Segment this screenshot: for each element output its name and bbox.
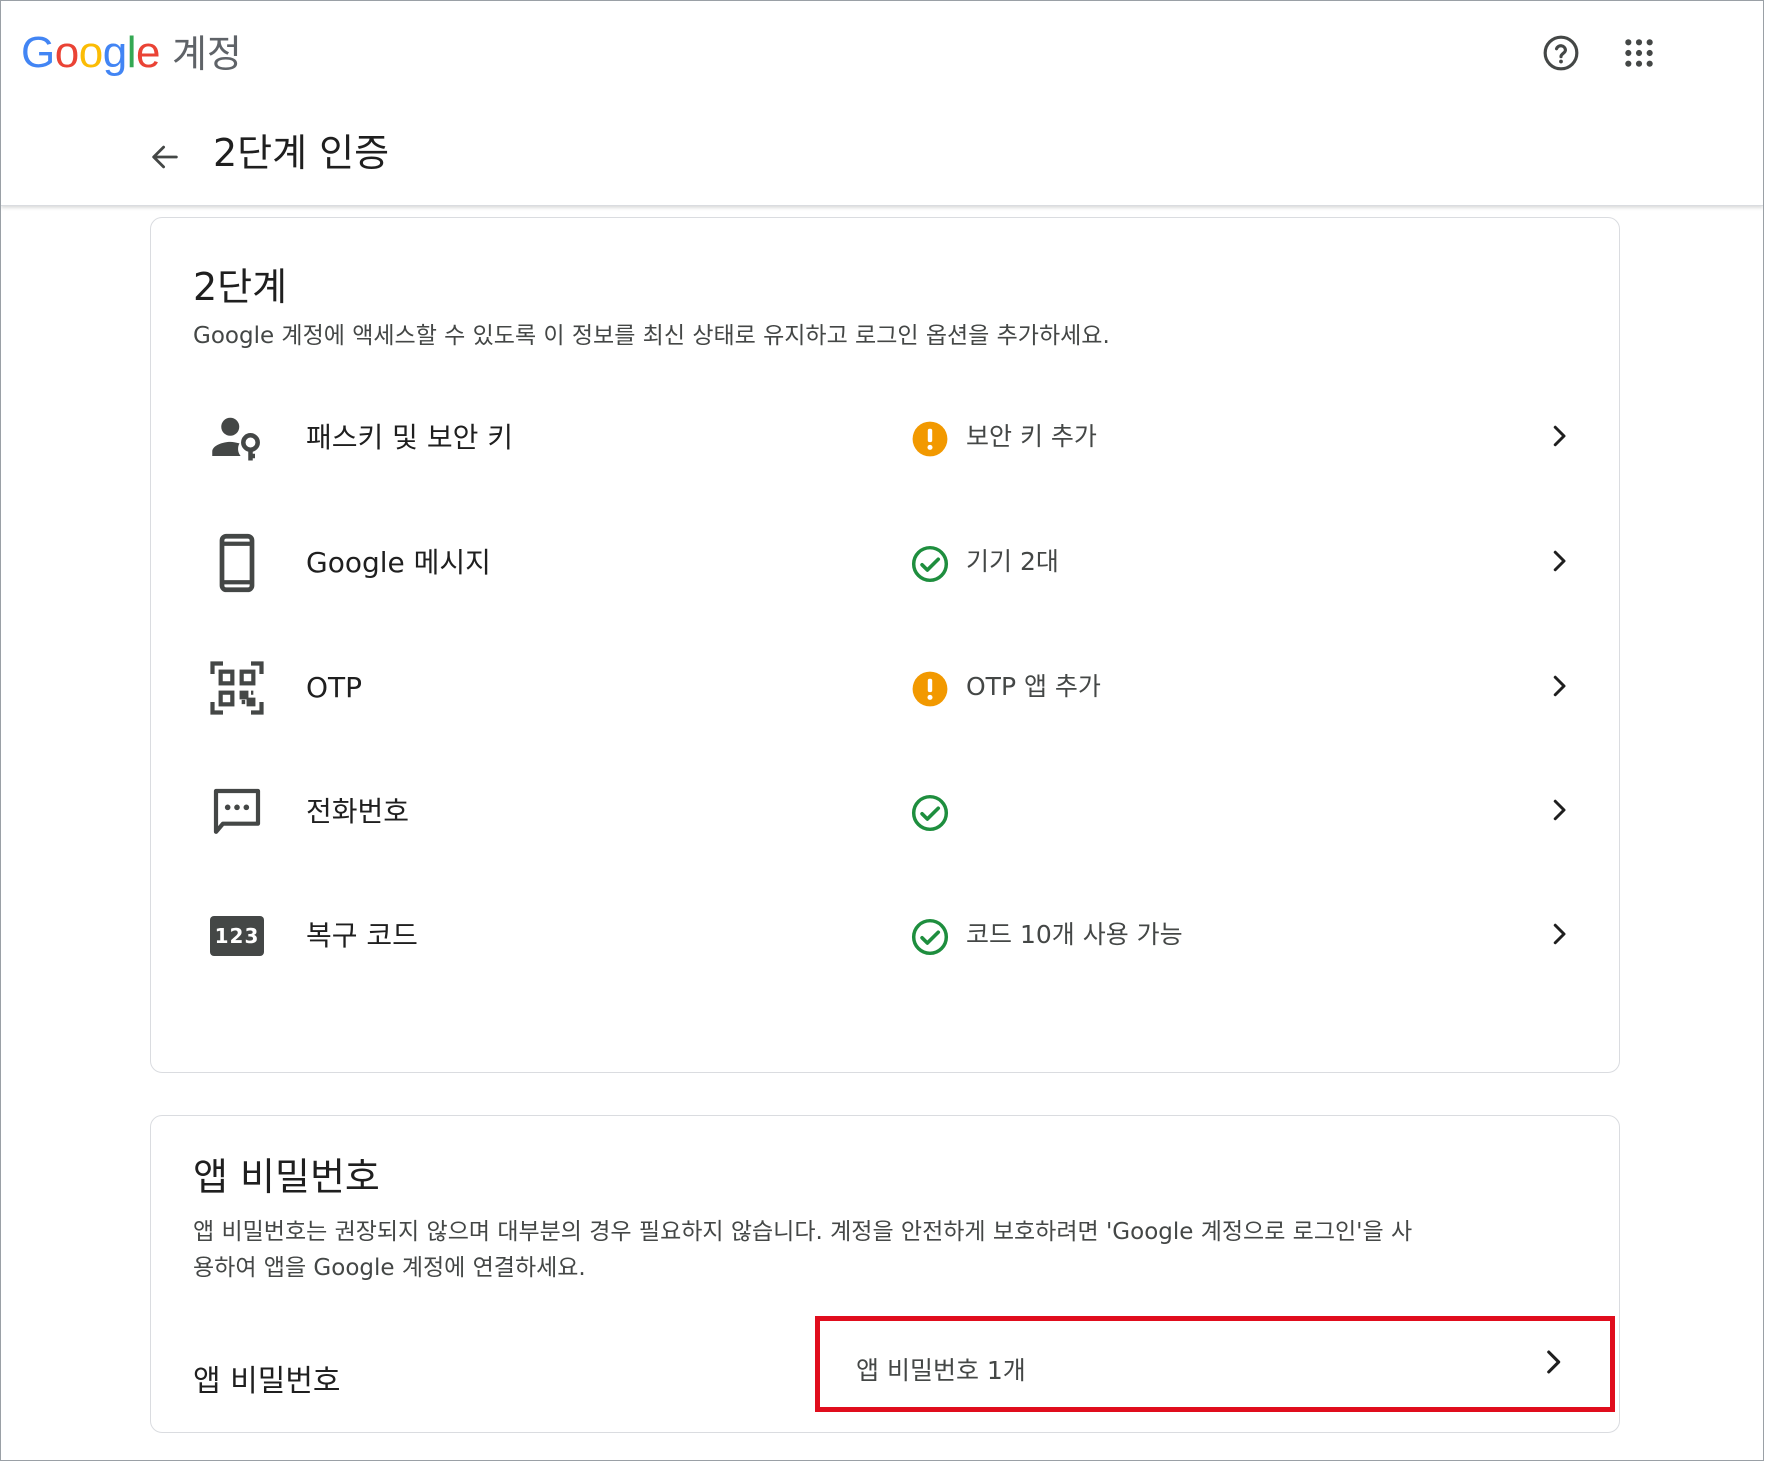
method-row-google-messages[interactable]: Google 메시지 기기 2대 <box>151 493 1619 633</box>
chevron-right-icon <box>1539 666 1579 706</box>
backup-code-badge: 123 <box>210 916 264 956</box>
warning-icon <box>912 421 948 457</box>
method-label: 복구 코드 <box>306 919 418 952</box>
app-passwords-count: 앱 비밀번호 1개 <box>856 1356 1026 1385</box>
app-passwords-card: 앱 비밀번호 앱 비밀번호는 권장되지 않으며 대부분의 경우 필요하지 않습니… <box>150 1115 1620 1433</box>
chevron-right-icon <box>1539 416 1579 456</box>
app-frame: Google 계정 2단계 인증 2단계 Google 계정에 액세스할 수 있… <box>0 0 1764 1461</box>
method-status: 보안 키 추가 <box>966 422 1097 451</box>
chevron-right-icon <box>1536 1345 1570 1383</box>
chevron-right-icon <box>1539 914 1579 954</box>
phone-icon <box>207 533 267 593</box>
method-row-otp[interactable]: OTP OTP 앱 추가 <box>151 618 1619 758</box>
method-label: Google 메시지 <box>306 546 491 579</box>
two-step-title: 2단계 <box>193 265 288 309</box>
check-circle-icon <box>911 918 949 956</box>
app-passwords-title: 앱 비밀번호 <box>193 1155 380 1199</box>
chevron-right-icon <box>1539 790 1579 830</box>
warning-icon <box>912 671 948 707</box>
app-passwords-row-label: 앱 비밀번호 <box>193 1364 341 1399</box>
arrow-left-icon <box>152 145 178 169</box>
method-status: OTP 앱 추가 <box>966 672 1101 701</box>
sms-chat-icon <box>207 782 267 842</box>
method-label: 패스키 및 보안 키 <box>306 421 514 454</box>
method-status: 코드 10개 사용 가능 <box>966 920 1183 949</box>
method-label: OTP <box>306 671 363 704</box>
back-button[interactable] <box>141 133 189 181</box>
check-circle-icon <box>911 545 949 583</box>
page-title: 2단계 인증 <box>213 131 390 175</box>
apps-grid-icon[interactable] <box>1617 31 1661 75</box>
method-row-passkey[interactable]: 패스키 및 보안 키 보안 키 추가 <box>151 368 1619 508</box>
main-content: 2단계 Google 계정에 액세스할 수 있도록 이 정보를 최신 상태로 유… <box>1 205 1763 1460</box>
backup-code-123-icon: 123 <box>207 906 267 966</box>
method-status: 기기 2대 <box>966 547 1059 576</box>
google-account-logo[interactable]: Google 계정 <box>21 23 242 79</box>
top-header: Google 계정 2단계 인증 <box>1 1 1763 206</box>
passkey-person-key-icon <box>207 408 267 468</box>
app-passwords-description-line1: 앱 비밀번호는 권장되지 않으며 대부분의 경우 필요하지 않습니다. 계정을 … <box>193 1219 1413 1245</box>
chevron-right-icon <box>1539 541 1579 581</box>
qr-code-icon <box>207 658 267 718</box>
product-name: 계정 <box>171 32 242 76</box>
help-icon[interactable] <box>1539 31 1583 75</box>
check-circle-icon <box>911 794 949 832</box>
app-passwords-link[interactable]: 앱 비밀번호 1개 <box>815 1316 1615 1412</box>
method-row-backup-codes[interactable]: 123 복구 코드 코드 10개 사용 가능 <box>151 866 1619 1006</box>
app-passwords-description-line2: 용하여 앱을 Google 계정에 연결하세요. <box>193 1255 586 1281</box>
google-logo: Google <box>21 28 160 77</box>
method-label: 전화번호 <box>306 795 410 828</box>
method-row-phone-number[interactable]: 전화번호 <box>151 742 1619 882</box>
two-step-description: Google 계정에 액세스할 수 있도록 이 정보를 최신 상태로 유지하고 … <box>193 323 1110 349</box>
two-step-card: 2단계 Google 계정에 액세스할 수 있도록 이 정보를 최신 상태로 유… <box>150 217 1620 1073</box>
